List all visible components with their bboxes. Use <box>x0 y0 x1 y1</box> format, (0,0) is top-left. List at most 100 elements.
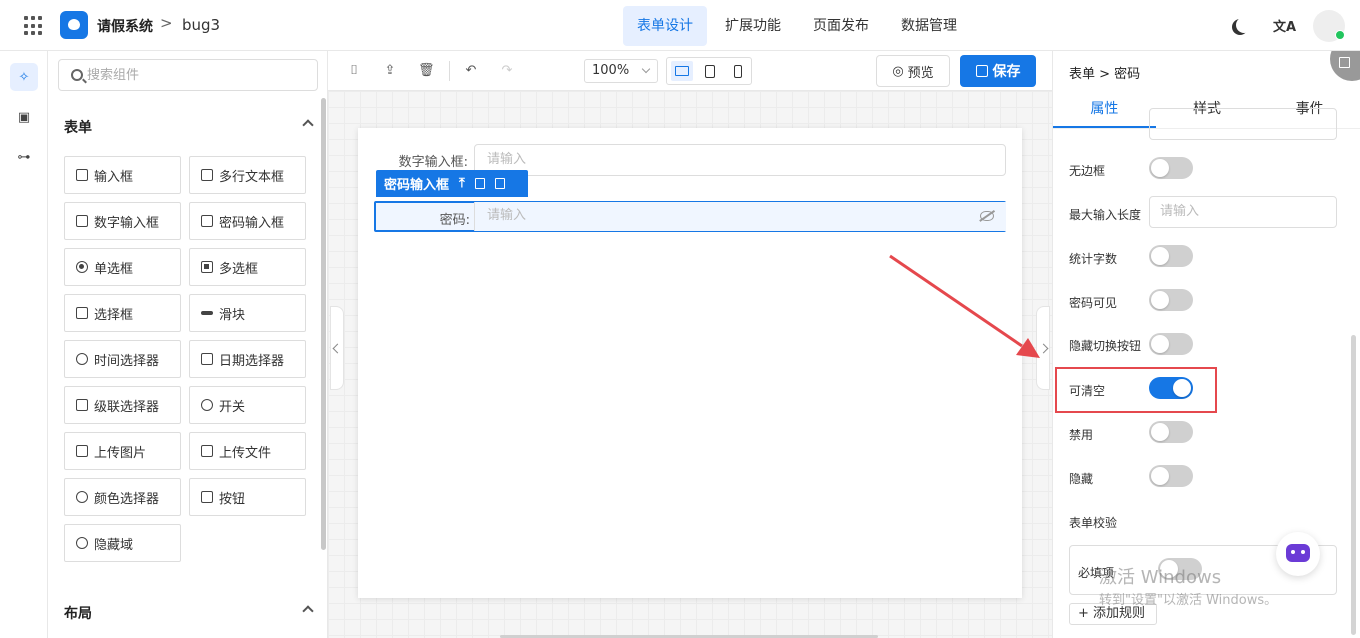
cascader-icon <box>76 399 88 411</box>
tab-form-design[interactable]: 表单设计 <box>623 6 707 46</box>
radio-icon <box>76 261 88 273</box>
hide-toggle-button-toggle[interactable] <box>1149 333 1193 355</box>
collapse-left-handle[interactable] <box>330 306 344 390</box>
tablet-icon[interactable] <box>699 61 721 81</box>
top-bar: 请假系统 > bug3 表单设计 扩展功能 页面发布 数据管理 文A <box>0 0 1360 51</box>
section-layout-header[interactable]: 布局 <box>64 603 314 623</box>
collapse-right-handle[interactable] <box>1036 306 1050 390</box>
component-panel-scrollbar[interactable] <box>321 98 326 550</box>
moon-icon[interactable] <box>1236 17 1252 33</box>
borderless-toggle[interactable] <box>1149 157 1193 179</box>
calendar-icon <box>201 353 213 365</box>
puzzle-icon[interactable]: ✧ <box>10 63 38 91</box>
save-button[interactable]: 保存 <box>960 55 1036 87</box>
component-time-picker[interactable]: 时间选择器 <box>64 340 181 378</box>
preview-icon: ◎ <box>892 63 904 79</box>
upload-icon <box>201 445 213 457</box>
clock-icon <box>76 353 88 365</box>
search-input[interactable] <box>87 65 307 85</box>
component-cascader[interactable]: 级联选择器 <box>64 386 181 424</box>
component-input[interactable]: 输入框 <box>64 156 181 194</box>
validation-title: 表单校验 <box>1069 516 1118 530</box>
redo-icon[interactable]: ↷ <box>499 63 515 79</box>
tab-attributes[interactable]: 属性 <box>1053 89 1156 128</box>
max-length-label: 最大输入长度 <box>1069 208 1142 222</box>
eye-off-icon[interactable] <box>980 211 994 221</box>
section-form-header[interactable]: 表单 <box>64 117 314 137</box>
export-icon[interactable]: ⇪ <box>382 63 398 79</box>
component-hidden-field[interactable]: 隐藏域 <box>64 524 181 562</box>
props-scrollbar[interactable] <box>1351 335 1356 635</box>
props-breadcrumb: 表单 > 密码 <box>1069 67 1141 82</box>
edit-icon <box>76 169 88 181</box>
code-window-icon[interactable]: ▣ <box>10 103 38 131</box>
trash-icon[interactable]: 🗑 <box>418 63 435 79</box>
hidden-label: 隐藏 <box>1069 472 1094 486</box>
assistant-bot-button[interactable] <box>1276 532 1320 576</box>
save-icon <box>975 65 988 77</box>
properties-panel: 表单 > 密码 属性 样式 事件 无边框 最大输入长度 请输入 统计字数 密码可… <box>1052 51 1360 638</box>
copy-icon[interactable] <box>474 178 485 189</box>
device-switcher <box>666 57 752 85</box>
password-visible-toggle[interactable] <box>1149 289 1193 311</box>
button-icon <box>201 491 213 503</box>
translate-icon[interactable]: 文A <box>1273 16 1296 35</box>
clearable-toggle[interactable] <box>1149 377 1193 399</box>
component-upload-image[interactable]: 上传图片 <box>64 432 181 470</box>
component-upload-file[interactable]: 上传文件 <box>189 432 306 470</box>
partial-input-field[interactable] <box>1149 108 1337 140</box>
current-app-name[interactable]: bug3 <box>182 16 220 34</box>
tree-icon[interactable]: ⊶ <box>10 143 38 171</box>
component-button[interactable]: 按钮 <box>189 478 306 516</box>
component-textarea[interactable]: 多行文本框 <box>189 156 306 194</box>
tab-page-publish[interactable]: 页面发布 <box>799 6 883 46</box>
breadcrumb-separator: > <box>160 14 173 32</box>
number-icon <box>76 215 88 227</box>
preview-button[interactable]: ◎ 预览 <box>876 55 950 87</box>
phone-icon[interactable] <box>727 61 749 81</box>
component-checkbox[interactable]: 多选框 <box>189 248 306 286</box>
undo-icon[interactable]: ↶ <box>463 63 479 79</box>
word-count-toggle[interactable] <box>1149 245 1193 267</box>
switch-icon <box>201 399 213 411</box>
component-search[interactable] <box>58 59 318 91</box>
component-select[interactable]: 选择框 <box>64 294 181 332</box>
left-rail: ✧ ▣ ⊶ <box>0 51 48 638</box>
zoom-value: 100% <box>592 63 630 78</box>
windows-watermark-subtitle: 转到"设置"以激活 Windows。 <box>1099 593 1278 608</box>
component-password[interactable]: 密码输入框 <box>189 202 306 240</box>
hide-toggle-button-label: 隐藏切换按钮 <box>1069 339 1142 353</box>
disabled-toggle[interactable] <box>1149 421 1193 443</box>
component-switch[interactable]: 开关 <box>189 386 306 424</box>
robot-icon <box>1286 544 1310 562</box>
component-color-picker[interactable]: 颜色选择器 <box>64 478 181 516</box>
component-slider[interactable]: 滑块 <box>189 294 306 332</box>
zoom-select[interactable]: 100% <box>584 59 658 83</box>
windows-watermark-title: 激活 Windows <box>1099 567 1222 588</box>
app-name[interactable]: 请假系统 <box>97 16 153 36</box>
chevron-down-icon <box>641 64 651 74</box>
component-number[interactable]: 数字输入框 <box>64 202 181 240</box>
number-field-input[interactable]: 请输入 <box>474 144 1006 176</box>
move-top-icon[interactable]: ⤒ <box>459 176 465 191</box>
max-length-input[interactable]: 请输入 <box>1149 196 1337 228</box>
delete-icon[interactable] <box>494 178 505 189</box>
password-visible-label: 密码可见 <box>1069 296 1118 310</box>
textarea-icon <box>201 169 213 181</box>
tab-data-management[interactable]: 数据管理 <box>887 6 971 46</box>
selected-password-field[interactable]: 密码: 请输入 <box>374 201 1006 232</box>
tab-extensions[interactable]: 扩展功能 <box>711 6 795 46</box>
component-date-picker[interactable]: 日期选择器 <box>189 340 306 378</box>
image-icon <box>76 445 88 457</box>
props-body: 无边框 最大输入长度 请输入 统计字数 密码可见 隐藏切换按钮 可清空 禁用 隐… <box>1053 108 1360 638</box>
hidden-toggle[interactable] <box>1149 465 1193 487</box>
component-radio[interactable]: 单选框 <box>64 248 181 286</box>
desktop-icon[interactable] <box>671 61 693 81</box>
fullscreen-icon[interactable] <box>1330 51 1360 81</box>
apps-grid-icon[interactable] <box>24 16 44 36</box>
avatar[interactable] <box>1313 10 1345 42</box>
clearable-label: 可清空 <box>1069 384 1106 398</box>
checkbox-icon <box>201 261 213 273</box>
code-icon[interactable]: ⌷ <box>346 63 362 79</box>
password-field-input[interactable]: 请输入 <box>474 202 1006 231</box>
